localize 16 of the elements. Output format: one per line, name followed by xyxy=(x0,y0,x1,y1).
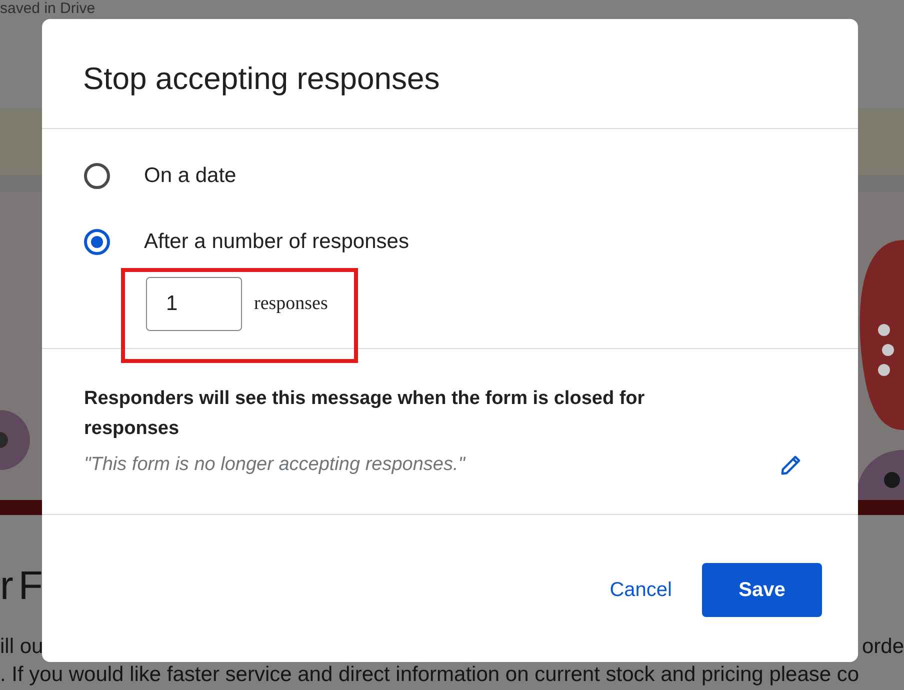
save-button[interactable]: Save xyxy=(702,563,822,617)
form-description: ill ou xyxy=(0,634,44,660)
option-label: On a date xyxy=(144,164,236,188)
radio-button[interactable] xyxy=(84,163,110,189)
unit-label: responses xyxy=(254,293,328,315)
response-count-field[interactable]: 1 xyxy=(146,277,242,331)
radio-button[interactable] xyxy=(84,229,110,255)
message-heading: Responders will see this message when the form is closed for responses xyxy=(84,387,646,441)
form-description: orde xyxy=(862,634,904,660)
form-description: . If you would like faster service and direct information on current stock and pricing please co xyxy=(0,662,860,688)
option-label: After a number of responses xyxy=(144,230,409,254)
closed-message: "This form is no longer accepting responses." xyxy=(84,454,466,476)
cancel-button[interactable]: Cancel xyxy=(610,563,672,617)
save-status: saved in Drive xyxy=(0,0,96,17)
form-title: r F xyxy=(0,563,43,610)
dialog-title: Stop accepting responses xyxy=(82,60,441,98)
